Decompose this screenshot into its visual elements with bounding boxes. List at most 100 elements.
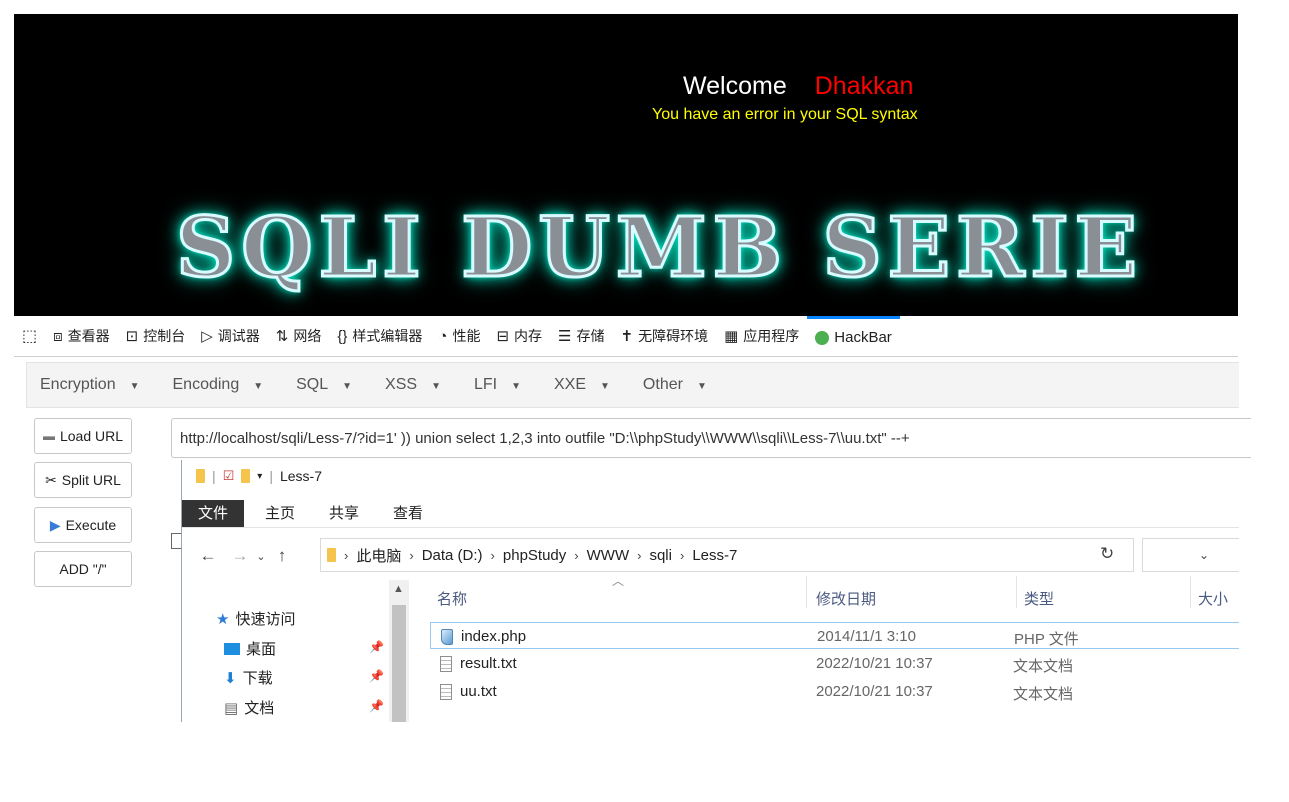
pin-icon[interactable]: 📌 <box>369 640 384 654</box>
chevron-right-icon: › <box>490 547 495 563</box>
file-type: 文本文档 <box>1013 658 1074 675</box>
breadcrumb-item[interactable]: 此电脑 <box>356 545 401 566</box>
chevron-right-icon: › <box>637 547 642 563</box>
tab-home[interactable]: 主页 <box>248 500 312 527</box>
recent-locations-icon[interactable]: ⌄ <box>252 550 270 563</box>
url-input[interactable]: http://localhost/sqli/Less-7/?id=1' )) u… <box>171 418 1251 458</box>
menu-sql[interactable]: SQL ▼ <box>285 376 374 394</box>
element-picker-button[interactable]: ⬚ <box>14 316 45 356</box>
breadcrumb-item[interactable]: Data (D:) <box>422 547 483 564</box>
file-date: 2022/10/21 10:37 <box>816 683 933 700</box>
memory-icon: ⊟ <box>496 328 510 345</box>
scroll-thumb[interactable] <box>392 605 406 722</box>
nav-desktop[interactable]: 桌面 <box>224 638 276 659</box>
nav-scrollbar[interactable]: ▲ <box>389 580 409 722</box>
tab-label: 性能 <box>452 328 481 344</box>
divider: | <box>212 468 216 484</box>
tab-accessibility[interactable]: ✝ 无障碍环境 <box>613 316 717 356</box>
column-name[interactable]: 名称 <box>437 588 467 609</box>
tab-console[interactable]: ⊡ 控制台 <box>118 316 194 356</box>
network-icon: ⇅ <box>275 328 289 345</box>
tab-network[interactable]: ⇅ 网络 <box>268 316 330 356</box>
column-divider[interactable] <box>806 576 807 608</box>
back-arrow-icon[interactable]: ← <box>196 546 220 566</box>
ribbon-tabs: 文件 主页 共享 查看 <box>182 500 1239 528</box>
folder-icon <box>196 469 205 483</box>
menu-encryption[interactable]: Encryption ▼ <box>27 376 162 394</box>
nav-downloads[interactable]: ⬇ 下载 <box>224 667 273 688</box>
pin-icon[interactable]: 📌 <box>369 699 384 713</box>
tab-debugger[interactable]: ▷ 调试器 <box>193 316 268 356</box>
nav-label: 下载 <box>242 670 273 687</box>
tab-application[interactable]: ▦ 应用程序 <box>716 316 807 356</box>
scroll-up-icon[interactable]: ▲ <box>393 583 404 595</box>
desktop-icon <box>224 642 240 655</box>
customize-toolbar-icon[interactable]: ▾ <box>257 471 262 482</box>
navigation-pane: ▲ ★ 快速访问 桌面 ⬇ 下载 ▤ 文档 📌 📌 📌 <box>182 578 410 722</box>
tab-share[interactable]: 共享 <box>312 500 376 527</box>
devtools-toolbar: ⬚ ⧈ 查看器 ⊡ 控制台 ▷ 调试器 ⇅ 网络 {} 样式编辑器 ◔ 性能 ⊟ 内存 ☰ 存储… <box>14 316 1238 357</box>
quick-access-toolbar: | ☑ ▾ | Less-7 <box>196 468 322 484</box>
properties-icon[interactable]: ☑ <box>223 468 235 484</box>
file-row[interactable]: uu.txt 2022/10/21 10:37 文本文档 <box>430 678 1239 705</box>
accessibility-icon: ✝ <box>620 328 634 345</box>
tab-label: 应用程序 <box>743 328 800 344</box>
navigation-bar: ← → ⌄ ↑ › 此电脑 › Data (D:) › phpStudy › W… <box>182 538 1239 574</box>
column-divider[interactable] <box>1016 576 1017 608</box>
folder-icon <box>327 548 336 562</box>
forward-arrow-icon[interactable]: → <box>228 546 252 566</box>
nav-quick-access[interactable]: ★ 快速访问 <box>216 608 295 629</box>
breadcrumb-item[interactable]: phpStudy <box>503 547 566 564</box>
tab-label: 查看器 <box>67 328 110 344</box>
column-size[interactable]: 大小 <box>1198 588 1228 609</box>
tab-hackbar[interactable]: HackBar <box>807 316 900 356</box>
button-label: Load URL <box>59 428 124 444</box>
application-icon: ▦ <box>724 328 739 345</box>
address-bar[interactable]: › 此电脑 › Data (D:) › phpStudy › WWW › sql… <box>320 538 1209 572</box>
tab-file[interactable]: 文件 <box>182 500 245 527</box>
debugger-icon: ▷ <box>201 328 213 345</box>
split-url-button[interactable]: ✂ Split URL <box>34 462 132 498</box>
add-slash-button[interactable]: ADD "/" <box>34 551 132 587</box>
tab-storage[interactable]: ☰ 存储 <box>550 316 612 356</box>
nav-documents[interactable]: ▤ 文档 <box>224 697 274 718</box>
tab-view[interactable]: 查看 <box>376 500 440 527</box>
execute-button[interactable]: ▶ Execute <box>34 507 132 543</box>
column-divider[interactable] <box>1190 576 1191 608</box>
menu-other[interactable]: Other ▼ <box>632 376 729 394</box>
menu-xss[interactable]: XSS ▼ <box>374 376 463 394</box>
refresh-icon[interactable]: ↻ <box>1100 544 1114 564</box>
column-type[interactable]: 类型 <box>1024 588 1054 609</box>
style-editor-icon: {} <box>337 327 348 345</box>
tab-performance[interactable]: ◔ 性能 <box>430 316 488 356</box>
file-name: uu.txt <box>440 683 497 700</box>
file-date: 2014/11/1 3:10 <box>817 628 916 645</box>
load-url-button[interactable]: ▬ Load URL <box>34 418 132 454</box>
button-label: Split URL <box>61 472 121 488</box>
breadcrumb-item[interactable]: Less-7 <box>692 547 737 564</box>
pin-icon[interactable]: 📌 <box>369 669 384 683</box>
column-date[interactable]: 修改日期 <box>816 588 876 609</box>
file-name: result.txt <box>440 655 517 672</box>
menu-encoding[interactable]: Encoding ▼ <box>162 376 286 394</box>
file-row[interactable]: result.txt 2022/10/21 10:37 文本文档 <box>430 650 1239 677</box>
inspector-icon: ⧈ <box>53 327 63 345</box>
menu-xxe[interactable]: XXE ▼ <box>543 376 632 394</box>
caret-down-icon: ▼ <box>600 381 610 392</box>
tab-inspector[interactable]: ⧈ 查看器 <box>45 316 118 356</box>
tab-style-editor[interactable]: {} 样式编辑器 <box>329 316 430 356</box>
nav-label: 快速访问 <box>235 611 296 628</box>
tab-label: 内存 <box>514 328 543 344</box>
menu-lfi[interactable]: LFI ▼ <box>463 376 543 394</box>
nav-label: 桌面 <box>246 641 277 658</box>
tab-label: 存储 <box>576 328 605 344</box>
breadcrumb-item[interactable]: sqli <box>649 547 672 564</box>
tab-memory[interactable]: ⊟ 内存 <box>488 316 550 356</box>
search-input[interactable] <box>1142 538 1239 572</box>
breadcrumb-item[interactable]: WWW <box>587 547 629 564</box>
sort-ascending-icon: ︿ <box>612 574 625 588</box>
file-row[interactable]: index.php 2014/11/1 3:10 PHP 文件 <box>430 622 1239 649</box>
new-folder-icon[interactable] <box>241 469 251 483</box>
up-arrow-icon[interactable]: ↑ <box>270 546 294 566</box>
console-icon: ⊡ <box>125 328 139 345</box>
